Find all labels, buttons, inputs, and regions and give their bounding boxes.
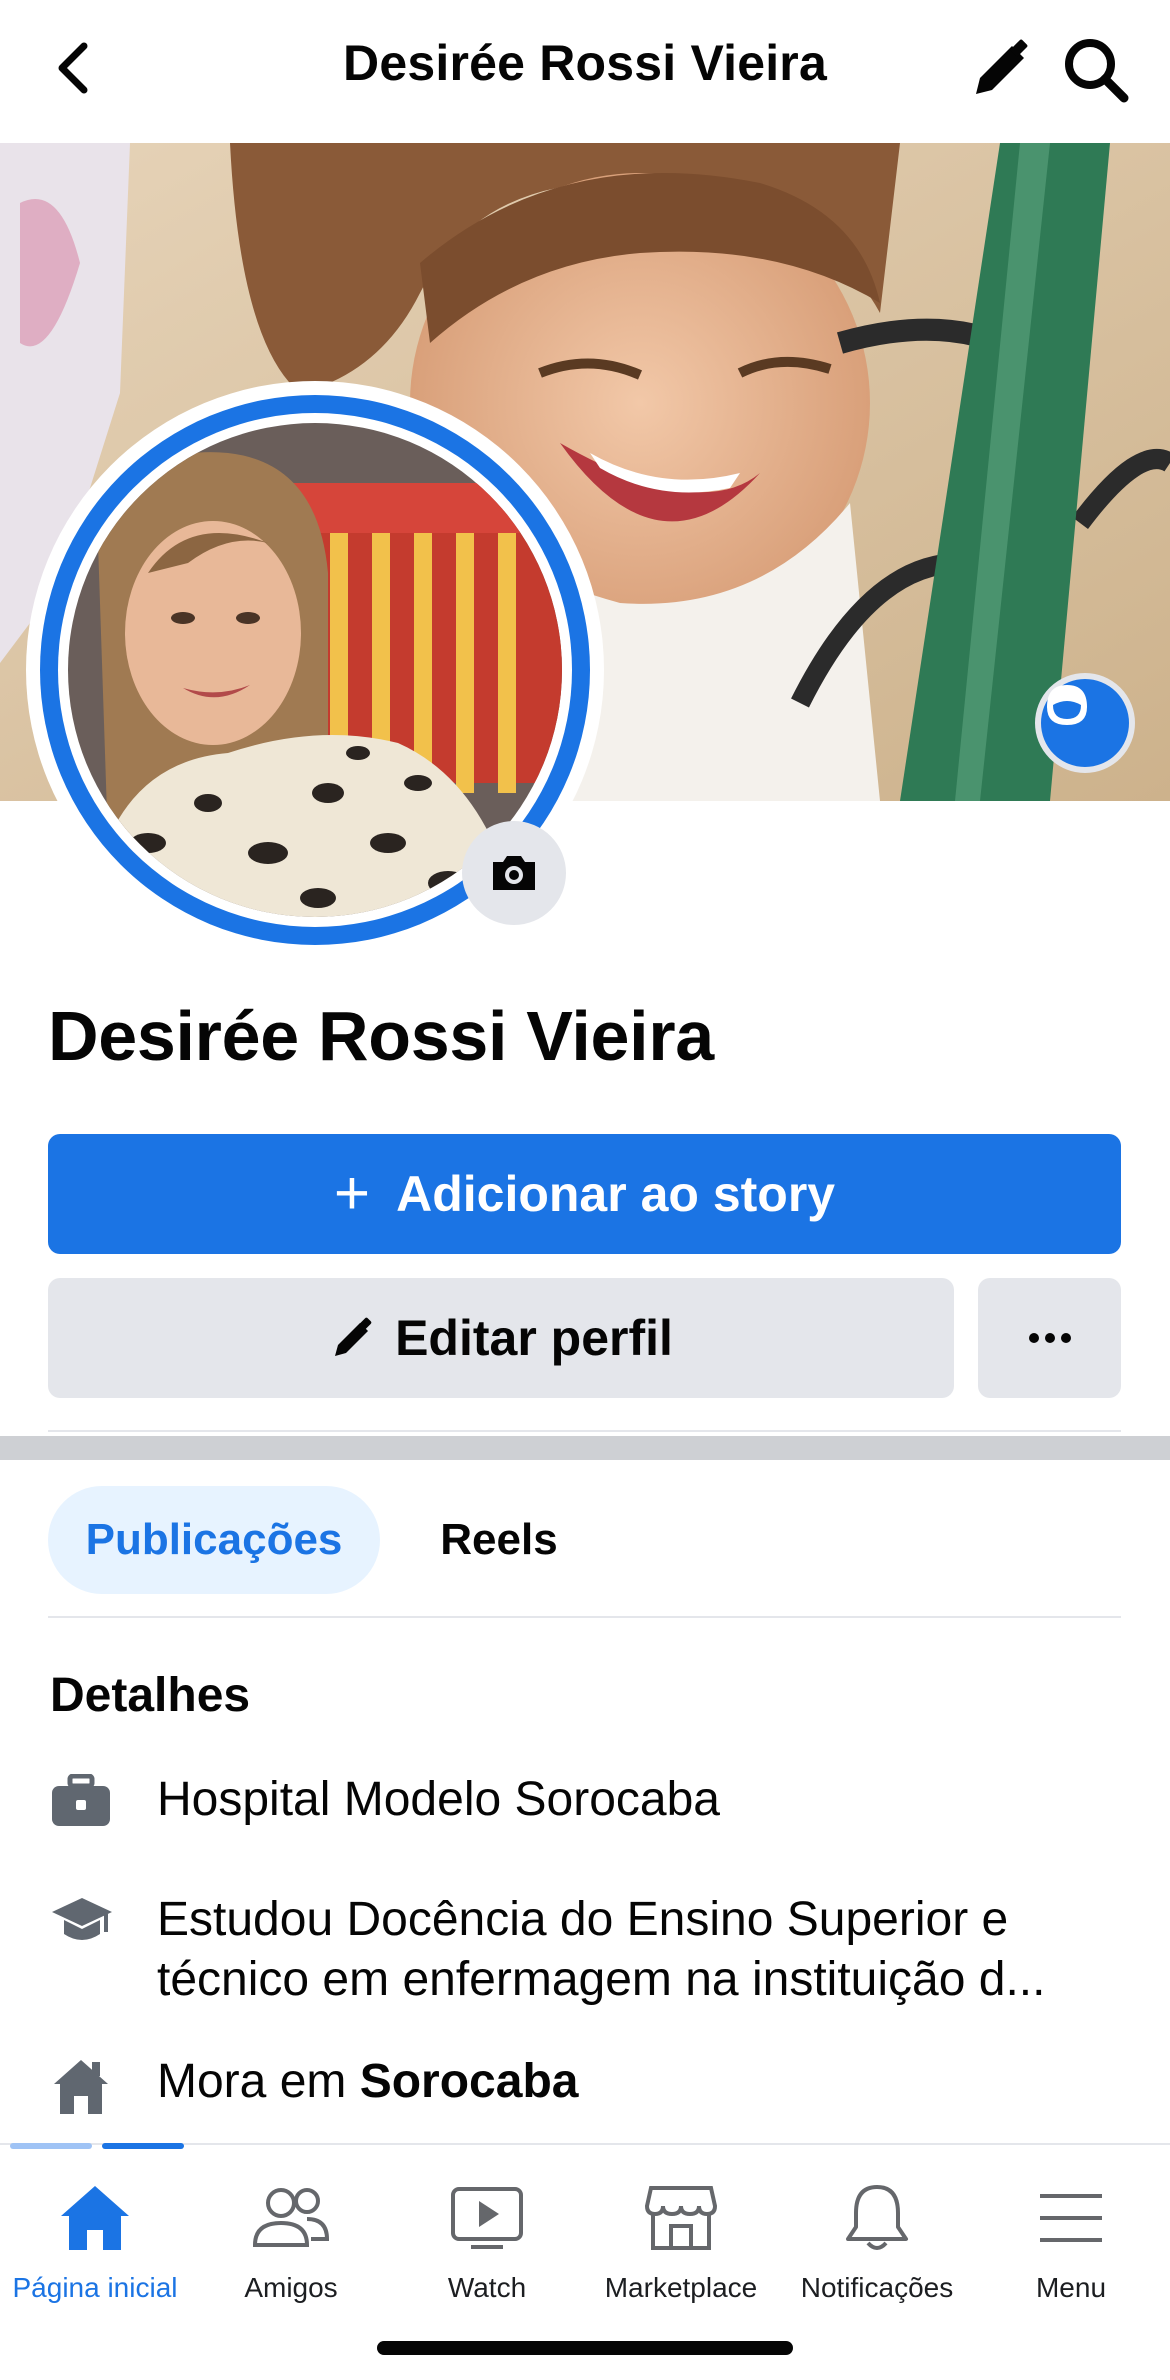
top-bar: Desirée Rossi Vieira — [0, 0, 1170, 143]
nav-indicator-active — [102, 2143, 184, 2149]
detail-education[interactable]: Estudou Docência do Ensino Superior e té… — [50, 1890, 1045, 2006]
nav-friends[interactable]: Amigos — [196, 2170, 386, 2320]
home-indicator[interactable] — [377, 2341, 793, 2355]
briefcase-icon — [50, 1770, 132, 1844]
house-icon — [50, 2052, 132, 2126]
more-options-button[interactable] — [978, 1278, 1121, 1398]
plus-icon: + — [333, 1159, 371, 1228]
detail-workplace[interactable]: Hospital Modelo Sorocaba — [50, 1770, 720, 1844]
divider — [48, 1616, 1121, 1618]
pencil-icon — [335, 1317, 372, 1356]
graduation-cap-icon — [50, 1890, 132, 1964]
detail-education-line2: técnico em enfermagem na instituição d..… — [157, 1953, 1046, 2006]
nav-marketplace[interactable]: Marketplace — [586, 2170, 776, 2320]
nav-home-label: Página inicial — [12, 2272, 178, 2303]
nav-friends-label: Amigos — [244, 2272, 338, 2303]
divider — [48, 1430, 1121, 1432]
more-dots-icon — [1028, 1333, 1071, 1343]
detail-residence[interactable]: Mora em Sorocaba — [50, 2052, 578, 2126]
detail-education-line1: Estudou Docência do Ensino Superior e — [157, 1893, 1009, 1946]
avatar-create-button[interactable] — [1035, 673, 1135, 773]
nav-watch-label: Watch — [447, 2272, 527, 2303]
tab-reels[interactable]: Reels — [404, 1486, 594, 1594]
tab-publicacoes[interactable]: Publicações — [48, 1486, 380, 1594]
add-to-story-label: Adicionar ao story — [396, 1166, 836, 1222]
nav-indicator — [10, 2143, 92, 2149]
nav-menu[interactable]: Menu — [976, 2170, 1166, 2320]
residence-city: Sorocaba — [359, 2055, 579, 2108]
friends-icon — [196, 2170, 386, 2266]
residence-prefix: Mora em — [157, 2055, 360, 2108]
avatar-face-icon — [1047, 685, 1087, 725]
menu-icon — [976, 2170, 1166, 2266]
bell-icon — [782, 2170, 972, 2266]
details-heading: Detalhes — [50, 1669, 251, 1722]
profile-camera-button[interactable] — [462, 821, 566, 925]
search-icon[interactable] — [1060, 34, 1132, 106]
nav-marketplace-label: Marketplace — [604, 2272, 758, 2303]
section-divider — [0, 1436, 1170, 1460]
home-icon — [0, 2170, 190, 2266]
nav-notifications[interactable]: Notificações — [782, 2170, 972, 2320]
camera-icon — [493, 856, 535, 890]
add-to-story-button[interactable]: + Adicionar ao story — [48, 1134, 1121, 1254]
nav-home[interactable]: Página inicial — [0, 2170, 190, 2320]
detail-workplace-text: Hospital Modelo Sorocaba — [157, 1773, 720, 1826]
edit-profile-label: Editar perfil — [395, 1310, 673, 1366]
nav-watch[interactable]: Watch — [392, 2170, 582, 2320]
marketplace-icon — [586, 2170, 776, 2266]
watch-icon — [392, 2170, 582, 2266]
nav-notifications-label: Notificações — [800, 2272, 954, 2303]
edit-profile-button[interactable]: Editar perfil — [48, 1278, 954, 1398]
detail-residence-text: Mora em Sorocaba — [157, 2052, 578, 2112]
profile-name: Desirée Rossi Vieira — [48, 997, 714, 1075]
nav-menu-label: Menu — [1035, 2272, 1107, 2303]
pencil-icon[interactable] — [966, 34, 1036, 104]
